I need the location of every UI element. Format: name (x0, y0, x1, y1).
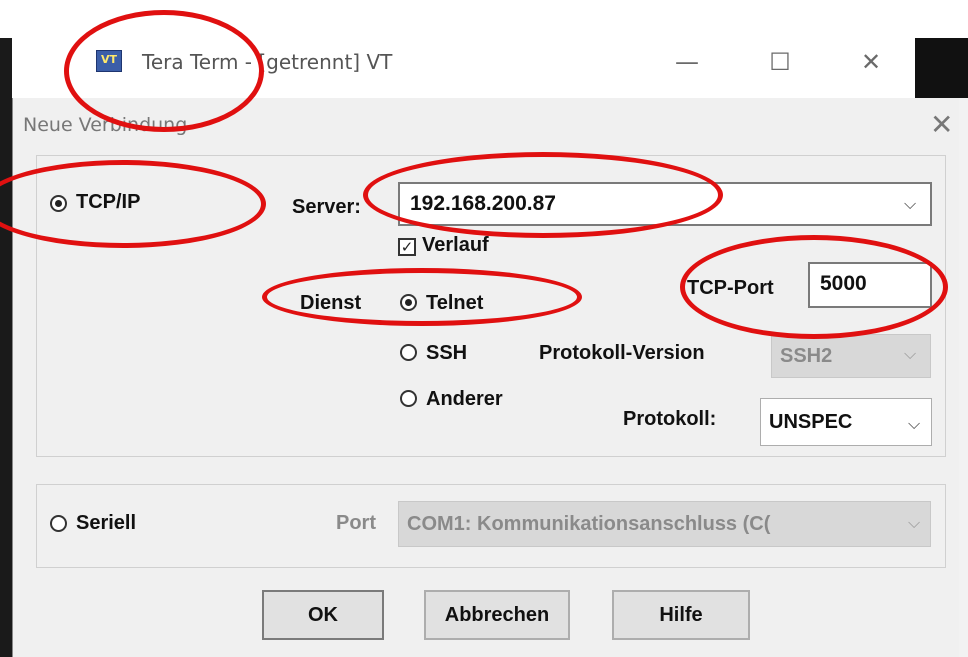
protocol-chevron-icon: ⌵ (908, 414, 921, 433)
server-label: Server: (292, 196, 361, 218)
ssh-radio[interactable] (400, 344, 417, 361)
serial-port-select[interactable]: COM1: Kommunikationsanschluss (C( (398, 501, 931, 547)
tcp-port-label: TCP-Port (687, 277, 774, 299)
desktop-background-right (915, 38, 968, 98)
main-window-title: Tera Term - [getrennt] VT (142, 50, 393, 74)
telnet-label: Telnet (426, 292, 484, 314)
tcp-port-input[interactable]: 5000 (808, 262, 932, 308)
ssh-label: SSH (426, 342, 468, 364)
minimize-button[interactable]: — (667, 44, 707, 80)
port-label: Port (336, 512, 376, 534)
tcpip-label: TCP/IP (76, 191, 141, 213)
history-checkbox[interactable]: ✓ (398, 238, 416, 256)
teraterm-app-icon: VT (96, 50, 122, 72)
cancel-button[interactable]: Abbrechen (424, 590, 570, 640)
telnet-radio[interactable] (400, 294, 417, 311)
dialog-close-icon[interactable]: ✕ (930, 108, 953, 141)
protocol-version-value: SSH2 (780, 345, 833, 367)
maximize-button[interactable]: ☐ (760, 44, 800, 80)
server-dropdown-chevron-icon[interactable]: ⌵ (904, 194, 916, 214)
desktop-background (0, 38, 12, 657)
protocol-label: Protokoll: (623, 408, 717, 430)
other-label: Anderer (426, 388, 503, 410)
serial-port-value: COM1: Kommunikationsanschluss (C( (407, 513, 771, 535)
tcpip-radio[interactable] (50, 195, 67, 212)
close-window-button[interactable]: ✕ (851, 44, 891, 80)
dialog-edge (958, 98, 968, 657)
history-label: Verlauf (422, 234, 489, 256)
server-input[interactable]: 192.168.200.87 (398, 182, 932, 226)
serial-port-chevron-icon: ⌵ (904, 513, 921, 533)
ok-button[interactable]: OK (262, 590, 384, 640)
help-button[interactable]: Hilfe (612, 590, 750, 640)
service-label: Dienst (300, 292, 362, 314)
dialog-title: Neue Verbindung (23, 114, 188, 136)
protocol-version-chevron-icon: ⌵ (904, 344, 917, 363)
serial-radio[interactable] (50, 515, 67, 532)
protocol-version-label: Protokoll-Version (539, 342, 705, 364)
serial-label: Seriell (76, 512, 137, 534)
protocol-value: UNSPEC (769, 411, 853, 433)
protocol-select[interactable]: UNSPEC (760, 398, 932, 446)
other-radio[interactable] (400, 390, 417, 407)
